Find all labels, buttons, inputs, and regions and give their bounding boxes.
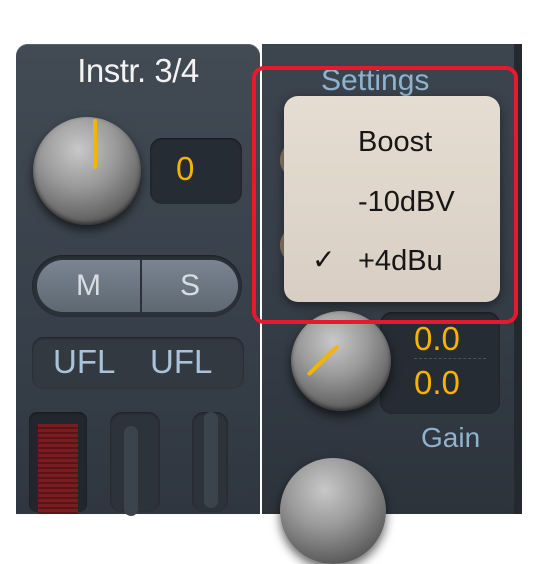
- gain-label: Gain: [421, 422, 481, 453]
- checkmark-icon: ✓: [312, 244, 336, 275]
- menu-item-label: -10dBV: [358, 186, 455, 218]
- gain-knob[interactable]: [33, 117, 141, 225]
- menu-item-label: +4dBu: [358, 245, 443, 277]
- gain-knob-indicator: [93, 119, 97, 169]
- lower-knob[interactable]: [280, 458, 386, 564]
- fader-track-secondary[interactable]: [204, 412, 218, 508]
- gain-value[interactable]: 0: [176, 150, 194, 188]
- solo-button[interactable]: S: [142, 260, 238, 312]
- ufl-left-label: UFL: [53, 343, 116, 380]
- level-meter-fill: [38, 424, 78, 514]
- menu-item-boost[interactable]: Boost: [284, 112, 500, 172]
- menu-item-plus-4dbu[interactable]: ✓ +4dBu: [284, 231, 500, 291]
- pan-value-right[interactable]: 0.0: [414, 364, 460, 402]
- menu-item-label: Boost: [358, 126, 433, 158]
- ufl-right-label: UFL: [150, 343, 213, 380]
- pan-divider: [414, 358, 486, 359]
- pan-value-left[interactable]: 0.0: [414, 320, 460, 358]
- gain-display: [150, 138, 242, 204]
- mute-button[interactable]: M: [37, 260, 140, 312]
- pan-knob[interactable]: [291, 311, 391, 411]
- fader-track[interactable]: [124, 426, 138, 516]
- menu-item-minus-10dbv[interactable]: -10dBV: [284, 172, 500, 232]
- channel-title: Instr. 3/4: [77, 52, 199, 89]
